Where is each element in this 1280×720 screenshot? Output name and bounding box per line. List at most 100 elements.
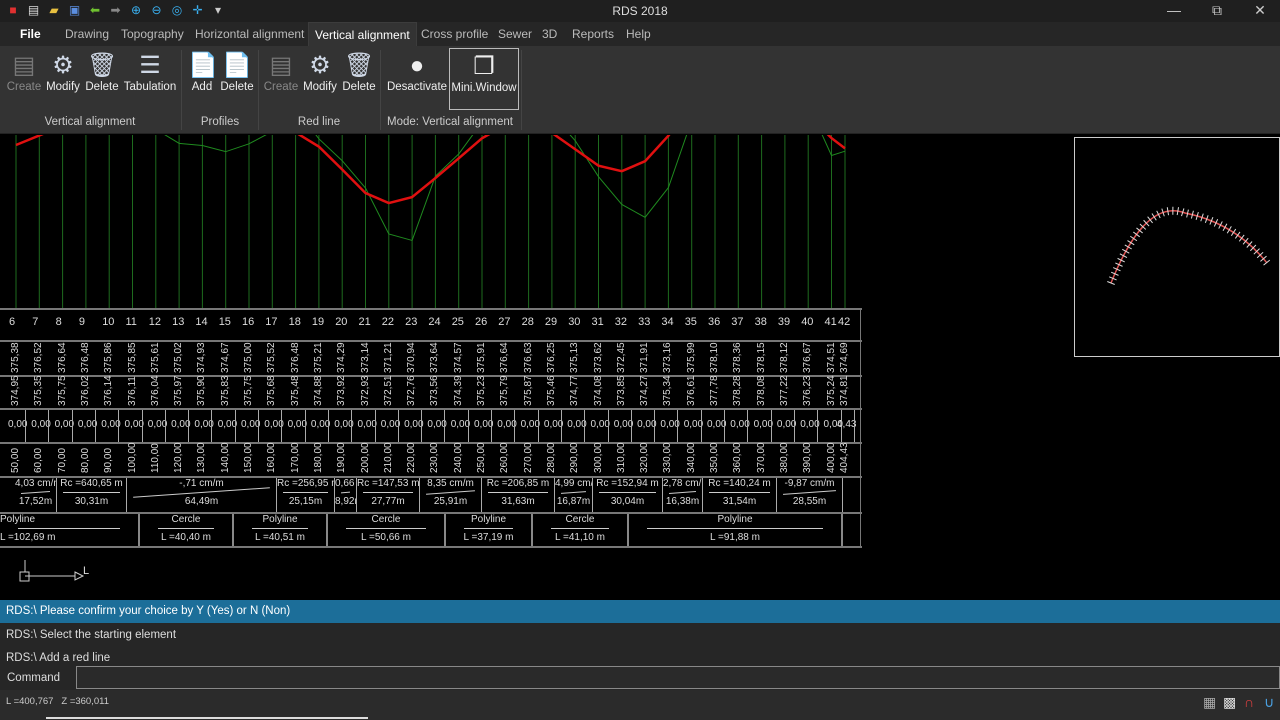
open-icon[interactable]: ▰	[47, 3, 61, 17]
ribbon: ▤ Create ⚙ Modify 🗑 Delete ☰ Tabulation Vert…	[0, 46, 1280, 134]
undo-icon[interactable]: ⬅	[88, 3, 102, 17]
table-rule	[118, 410, 120, 442]
segment-cell: 4,03 cm/m 17,52m	[15, 478, 57, 512]
project-value: 378,28	[732, 375, 744, 406]
terrain-value: 375,13	[569, 342, 581, 373]
grid-icon[interactable]: ▦	[1203, 694, 1216, 711]
menu-topography[interactable]: Topography	[115, 22, 190, 46]
segment-slope: Rc =206,85 m	[486, 478, 550, 489]
terrain-value: 374,93	[196, 342, 208, 373]
cumulative-value: 290,00	[569, 442, 581, 473]
zoom-in-icon[interactable]: ⊕	[129, 3, 143, 17]
desactivate-button[interactable]: ● Desactivate	[386, 48, 448, 100]
station-tick	[1151, 213, 1157, 221]
element-cell: Cercle L =40,40 m	[140, 514, 234, 546]
segment-slope: Rc =152,94 m	[596, 478, 659, 489]
redo-icon[interactable]: ➡	[109, 3, 123, 17]
terrain-value: 378,12	[778, 342, 790, 373]
magnet-icon[interactable]: ∩	[1244, 694, 1254, 710]
terrain-value: 372,45	[615, 342, 627, 373]
table-rule	[770, 410, 772, 442]
zoom-extents-icon[interactable]: ◎	[170, 3, 184, 17]
osnap-icon[interactable]: ∪	[1264, 694, 1274, 711]
mini-window[interactable]	[1074, 137, 1280, 357]
station-label: 26	[475, 316, 488, 328]
segment-shape	[283, 492, 328, 493]
va-modify-button[interactable]: ⚙ Modify	[44, 48, 82, 100]
element-type: Cercle	[171, 514, 201, 525]
table-rule	[397, 410, 399, 442]
element-type: Polyline	[0, 514, 36, 525]
cumulative-value: 320,00	[639, 442, 651, 473]
redline-modify-button[interactable]: ⚙ Modify	[301, 48, 339, 100]
element-shape	[647, 528, 823, 529]
snap-grid-icon[interactable]: ▩	[1223, 694, 1236, 711]
minimize-button[interactable]: —	[1154, 2, 1194, 18]
segment-slope: 2,78 cm/m	[663, 478, 702, 489]
cumulative-value: 370,00	[755, 442, 767, 473]
table-rule	[700, 410, 702, 442]
menu-sewer[interactable]: Sewer	[492, 22, 538, 46]
station-label: 30	[568, 316, 581, 328]
terrain-value: 375,99	[685, 342, 697, 373]
separator	[521, 50, 522, 130]
redline-delete-button[interactable]: 🗑 Delete	[341, 48, 377, 100]
menu-cross-profile[interactable]: Cross profile	[415, 22, 494, 46]
terrain-value: 376,25	[545, 342, 557, 373]
menu-help[interactable]: Help	[620, 22, 657, 46]
station-label: 42	[838, 316, 851, 328]
cumulative-value: 210,00	[382, 442, 394, 473]
close-button[interactable]: ✕	[1240, 2, 1280, 19]
command-input[interactable]	[76, 666, 1280, 689]
app-logo[interactable]: ■	[6, 3, 20, 17]
title-bar: RDS 2018 — ⧉ ✕ ■ ▤ ▰ ▣ ⬅ ➡ ⊕ ⊖ ◎ ✛ ▾	[0, 0, 1280, 22]
station-label: 18	[288, 316, 301, 328]
segment-shape	[488, 492, 548, 493]
zoom-out-icon[interactable]: ⊖	[150, 3, 164, 17]
project-value: 377,22	[778, 375, 790, 406]
mini-window-button[interactable]: ❐ Mini.Window	[449, 48, 519, 110]
cumulative-value: 220,00	[406, 442, 418, 473]
element-type: Polyline	[262, 514, 298, 525]
station-label: 34	[661, 316, 674, 328]
profile-delete-button[interactable]: 📄 Delete	[218, 48, 256, 100]
project-value: 375,46	[545, 375, 557, 406]
redline-create-button[interactable]: ▤ Create	[263, 48, 299, 100]
menu-horizontal-alignment[interactable]: Horizontal alignment	[189, 22, 310, 46]
table-rule	[560, 410, 562, 442]
pan-icon[interactable]: ✛	[191, 3, 205, 17]
cumulative-value: 110,00	[149, 443, 161, 473]
table-rule	[164, 410, 166, 442]
cumulative-value: 330,00	[662, 442, 674, 473]
tabulation-button[interactable]: ☰ Tabulation	[122, 48, 178, 100]
segment-slope: Rc =140,24 m	[708, 478, 771, 489]
windows-icon: ❐	[473, 53, 495, 80]
terrain-value: 376,48	[289, 342, 301, 373]
cumulative-value: 160,00	[266, 442, 278, 473]
save-icon[interactable]: ▣	[68, 3, 82, 17]
element-type: Polyline	[470, 514, 507, 525]
menu-drawing[interactable]: Drawing	[59, 22, 115, 46]
profile-add-button[interactable]: 📄 Add	[188, 48, 218, 100]
table-rule	[747, 410, 749, 442]
table-rule	[817, 410, 819, 442]
segment-cell: -,71 cm/m 64,49m	[127, 478, 277, 512]
va-delete-button[interactable]: 🗑 Delete	[84, 48, 120, 100]
customize-icon[interactable]: ▾	[211, 3, 225, 17]
cumulative-value: 390,00	[802, 442, 814, 473]
element-type: Cercle	[565, 514, 595, 525]
element-cell: Cercle L =41,10 m	[533, 514, 629, 546]
element-shape	[252, 528, 308, 529]
menu-3d[interactable]: 3D	[536, 22, 563, 46]
restore-button[interactable]: ⧉	[1197, 2, 1237, 19]
station-label: 13	[172, 316, 185, 328]
menu-reports[interactable]: Reports	[566, 22, 620, 46]
cumulative-value: 260,00	[499, 442, 511, 473]
new-icon[interactable]: ▤	[27, 3, 41, 17]
terrain-value: 370,94	[406, 342, 418, 373]
va-create-button[interactable]: ▤ Create	[6, 48, 42, 100]
menu-vertical-alignment[interactable]: Vertical alignment	[308, 22, 417, 46]
table-rule	[25, 410, 26, 442]
menu-file[interactable]: File	[14, 22, 47, 46]
station-label: 24	[428, 316, 441, 328]
